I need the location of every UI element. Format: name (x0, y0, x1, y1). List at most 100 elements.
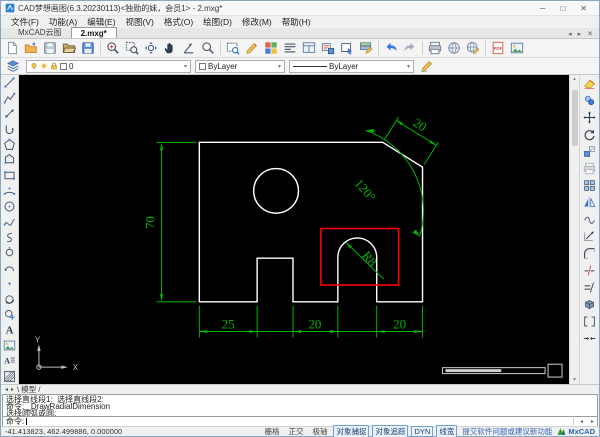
fillet-button[interactable] (582, 245, 598, 262)
block-add-button[interactable] (2, 307, 18, 322)
line-button[interactable] (2, 75, 18, 90)
hatch-button[interactable] (2, 369, 18, 384)
toggle-dyn[interactable]: DYN (411, 426, 434, 437)
cmd-scroll-right-icon[interactable]: ▸ (591, 418, 594, 425)
save-as-button[interactable] (79, 40, 97, 57)
viewport-button[interactable] (300, 40, 318, 57)
cmd-scroll-left-icon[interactable]: ◂ (580, 418, 583, 425)
array-button[interactable] (582, 177, 598, 194)
block-edit-button[interactable] (338, 40, 356, 57)
trim-button[interactable] (582, 228, 598, 245)
curve-button[interactable] (582, 211, 598, 228)
menu-format[interactable]: 格式(O) (159, 16, 198, 28)
print-button[interactable] (426, 40, 444, 57)
scroll-down-icon[interactable]: ▾ (573, 376, 576, 383)
image-button[interactable] (2, 338, 18, 353)
polyline-button[interactable] (2, 90, 18, 105)
arc-u-button[interactable] (2, 121, 18, 136)
canvas-hscrollbar[interactable] (441, 363, 563, 378)
rev-arc-button[interactable] (2, 260, 18, 275)
toggle-grid[interactable]: 栅格 (261, 426, 282, 437)
menu-draw[interactable]: 绘图(D) (198, 16, 237, 28)
dim-chamfer[interactable]: 20 (383, 115, 439, 165)
point-button[interactable] (2, 276, 18, 291)
polyshape-button[interactable] (2, 152, 18, 167)
text-button[interactable]: A (2, 322, 18, 337)
zoom-extents-button[interactable] (142, 40, 160, 57)
scale-button[interactable] (582, 143, 598, 160)
toggle-polar[interactable]: 极轴 (309, 426, 330, 437)
web-button[interactable] (445, 40, 463, 57)
layer-edit-button[interactable] (357, 40, 375, 57)
redo-button[interactable] (401, 40, 419, 57)
block-rotate-button[interactable] (2, 291, 18, 306)
draw-color-button[interactable] (418, 58, 436, 75)
canvas-vscrollbar[interactable]: ▴ ▾ (569, 75, 579, 384)
find-button[interactable] (224, 40, 242, 57)
color-select[interactable]: ByLayer ▾ (195, 59, 285, 73)
tab-prev-icon[interactable]: ◂ (568, 30, 572, 38)
toggle-lineweight[interactable]: 线宽 (436, 425, 458, 437)
tab-next-icon[interactable]: ▸ (578, 30, 582, 38)
pan-button[interactable] (161, 40, 179, 57)
pencil-button[interactable] (243, 40, 261, 57)
text-lines-button[interactable] (281, 40, 299, 57)
doc-tab-mxcad-cloud[interactable]: MxCAD云图 (9, 27, 71, 38)
zoom-in-button[interactable] (104, 40, 122, 57)
dim-bottom[interactable]: 25 20 20 (198, 305, 424, 338)
layout-next-icon[interactable]: ▸ (11, 386, 14, 393)
break-button[interactable] (582, 262, 598, 279)
copy-button[interactable] (582, 92, 598, 109)
eraser-button[interactable] (582, 75, 598, 92)
layer-select[interactable]: 0 ▾ (26, 59, 191, 73)
layer-manager-button[interactable] (4, 58, 22, 75)
command-history[interactable]: 选择直线段1: 选择直线段2: 命令: _DrawRadialDimension 选… (2, 394, 598, 417)
palette-button[interactable] (319, 40, 337, 57)
vscroll-thumb[interactable] (571, 90, 578, 146)
publish-button[interactable] (464, 40, 482, 57)
pdf-export-button[interactable]: PDF (489, 40, 507, 57)
menu-modify[interactable]: 修改(M) (237, 16, 277, 28)
lengthen-button[interactable] (582, 279, 598, 296)
move-button[interactable] (582, 109, 598, 126)
menu-help[interactable]: 帮助(H) (277, 16, 316, 28)
arc-button[interactable] (2, 183, 18, 198)
part-hole[interactable] (252, 167, 300, 214)
print-gray-button[interactable] (582, 160, 598, 177)
menu-view[interactable]: 视图(V) (121, 16, 159, 28)
join-button[interactable] (582, 330, 598, 347)
layout-prev-icon[interactable]: ◂ (5, 386, 8, 393)
zoom-all-button[interactable] (199, 40, 217, 57)
dim-height[interactable]: 70 (142, 141, 197, 303)
scroll-up-icon[interactable]: ▴ (573, 76, 576, 82)
measure-button[interactable] (180, 40, 198, 57)
circle-small-button[interactable] (2, 245, 18, 260)
dim-radius[interactable]: R8 (345, 242, 385, 280)
polygon-button[interactable] (2, 137, 18, 152)
save-button[interactable] (41, 40, 59, 57)
image-export-button[interactable] (508, 40, 526, 57)
explode-button[interactable] (582, 296, 598, 313)
part-outline[interactable] (198, 141, 424, 303)
command-scrollbar[interactable]: ◂ ▸ (572, 418, 594, 425)
feedback-link[interactable]: 提交软件问题或建议新功能 (462, 426, 552, 437)
undo-button[interactable] (382, 40, 400, 57)
new-file-button[interactable] (3, 40, 21, 57)
zoom-window-button[interactable] (123, 40, 141, 57)
s-curve-button[interactable] (2, 230, 18, 245)
dimensions[interactable]: 70 25 20 20 20 120° R8 (142, 115, 439, 338)
open-file-button[interactable] (22, 40, 40, 57)
text-style-button[interactable]: A (2, 353, 18, 368)
mirror-button[interactable] (582, 194, 598, 211)
circle-center-button[interactable] (2, 199, 18, 214)
linetype-select[interactable]: ByLayer ▾ (289, 59, 414, 73)
stretch-button[interactable] (582, 313, 598, 330)
open-folder-button[interactable] (60, 40, 78, 57)
rotate-button[interactable] (582, 126, 598, 143)
layer-grid-button[interactable] (262, 40, 280, 57)
toggle-osnap[interactable]: 对象捕捉 (333, 425, 370, 437)
part-geometry[interactable] (198, 141, 424, 303)
multiline-button[interactable] (2, 106, 18, 121)
rectangle-button[interactable] (2, 168, 18, 183)
minimize-button[interactable]: ─ (540, 4, 546, 13)
